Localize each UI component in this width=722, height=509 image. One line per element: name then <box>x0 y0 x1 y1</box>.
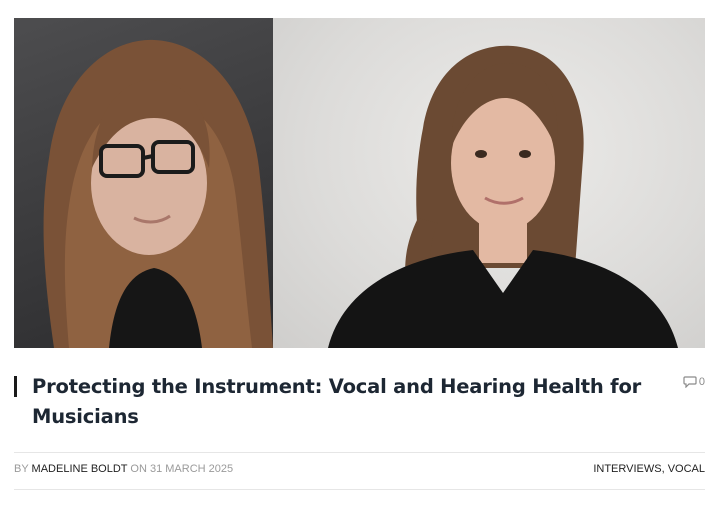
comment-count: 0 <box>698 376 705 388</box>
comment-bubble-icon <box>683 376 697 388</box>
author-link[interactable]: MADELINE BOLDT <box>32 463 128 475</box>
hero-image[interactable] <box>14 18 705 348</box>
meta-divider-bottom <box>14 489 705 490</box>
by-label: BY <box>14 463 29 475</box>
category-link-vocal[interactable]: VOCAL <box>668 463 705 475</box>
article-title[interactable]: Protecting the Instrument: Vocal and Hea… <box>32 372 672 432</box>
portrait-photo-right <box>273 18 705 348</box>
on-label: ON <box>130 463 147 475</box>
category-link-interviews[interactable]: INTERVIEWS <box>593 463 661 475</box>
comments-link[interactable]: 0 <box>683 376 705 388</box>
post-date: 31 MARCH 2025 <box>149 463 234 475</box>
portrait-photo-left <box>14 18 273 348</box>
post-meta: BY MADELINE BOLDT ON 31 MARCH 2025 INTER… <box>14 463 705 475</box>
title-accent-bar <box>14 376 17 397</box>
category-list: INTERVIEWS, VOCAL <box>593 463 705 475</box>
meta-divider-top <box>14 452 705 453</box>
